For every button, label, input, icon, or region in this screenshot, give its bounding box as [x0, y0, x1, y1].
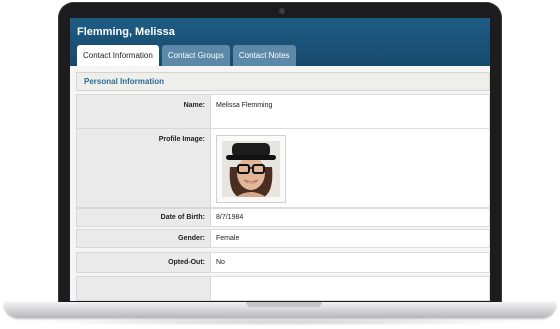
laptop-screen: Flemming, Melissa Contact Information Co… [70, 18, 490, 301]
laptop-shadow [30, 318, 530, 326]
opted-out-label: Opted-Out: [76, 252, 211, 273]
profile-image-cell [211, 128, 490, 208]
tab-contact-notes[interactable]: Contact Notes [232, 45, 296, 66]
webcam [279, 8, 285, 14]
section-header: Personal Information [76, 72, 490, 91]
next-label [76, 276, 211, 301]
tab-contact-groups[interactable]: Contact Groups [161, 45, 230, 66]
laptop-base [4, 302, 556, 318]
field-row-dob: Date of Birth: 8/7/1984 [76, 208, 490, 227]
field-row-profile-image: Profile Image: [76, 128, 490, 208]
page-title: Flemming, Melissa [77, 26, 175, 38]
field-row-next [76, 276, 490, 301]
app-header: Flemming, Melissa Contact Information Co… [70, 18, 490, 66]
field-row-name: Name: Melissa Flemming [76, 94, 490, 130]
profile-image[interactable] [216, 135, 286, 203]
tab-bar: Contact Information Contact Groups Conta… [77, 45, 296, 66]
field-row-opted-out: Opted-Out: No [76, 252, 490, 273]
content-area: Personal Information Name: Melissa Flemm… [70, 66, 490, 301]
dob-label: Date of Birth: [76, 208, 211, 227]
gender-label: Gender: [76, 229, 211, 248]
next-value [211, 276, 490, 301]
name-label: Name: [76, 94, 211, 130]
section-title: Personal Information [84, 77, 165, 86]
tab-contact-information[interactable]: Contact Information [77, 45, 159, 66]
dob-value: 8/7/1984 [211, 208, 490, 227]
profile-photo [222, 141, 280, 197]
field-row-gender: Gender: Female [76, 229, 490, 248]
name-value: Melissa Flemming [211, 94, 490, 130]
profile-image-label: Profile Image: [76, 128, 211, 208]
gender-value: Female [211, 229, 490, 248]
trackpad-notch [246, 302, 322, 307]
opted-out-value: No [211, 252, 490, 273]
